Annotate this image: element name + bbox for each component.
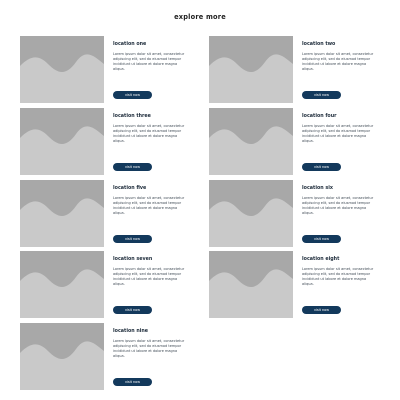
visit-now-button[interactable]: visit now	[302, 235, 341, 243]
image-placeholder-icon	[20, 36, 104, 103]
image-placeholder-icon	[20, 251, 104, 318]
location-title: location nine	[113, 329, 149, 334]
location-title: location eight	[302, 257, 340, 262]
image-placeholder-icon	[20, 323, 104, 390]
location-image	[20, 36, 104, 103]
location-image	[209, 251, 293, 318]
visit-now-button[interactable]: visit now	[113, 235, 152, 243]
location-title: location one	[113, 42, 147, 47]
location-card: location nine Lorem ipsum dolor sit amet…	[20, 323, 190, 390]
location-card: location six Lorem ipsum dolor sit amet,…	[209, 180, 379, 247]
location-image	[20, 251, 104, 318]
location-card: location eight Lorem ipsum dolor sit ame…	[209, 251, 379, 318]
image-placeholder-icon	[20, 180, 104, 247]
image-placeholder-icon	[209, 180, 293, 247]
visit-now-button[interactable]: visit now	[113, 306, 152, 314]
locations-grid: location one Lorem ipsum dolor sit amet,…	[0, 0, 400, 400]
visit-now-button[interactable]: visit now	[302, 306, 341, 314]
location-title: location four	[302, 114, 337, 119]
location-card: location seven Lorem ipsum dolor sit ame…	[20, 251, 190, 318]
image-placeholder-icon	[20, 108, 104, 175]
location-description: Lorem ipsum dolor sit amet, consectetur …	[113, 267, 185, 287]
visit-now-button[interactable]: visit now	[113, 378, 152, 386]
location-description: Lorem ipsum dolor sit amet, consectetur …	[302, 124, 374, 144]
location-description: Lorem ipsum dolor sit amet, consectetur …	[113, 196, 185, 216]
location-image	[20, 180, 104, 247]
location-description: Lorem ipsum dolor sit amet, consectetur …	[302, 196, 374, 216]
location-image	[20, 108, 104, 175]
location-card: location three Lorem ipsum dolor sit ame…	[20, 108, 190, 175]
image-placeholder-icon	[209, 36, 293, 103]
location-description: Lorem ipsum dolor sit amet, consectetur …	[113, 339, 185, 359]
visit-now-button[interactable]: visit now	[302, 91, 341, 99]
location-title: location six	[302, 186, 333, 191]
location-description: Lorem ipsum dolor sit amet, consectetur …	[302, 267, 374, 287]
location-image	[209, 108, 293, 175]
location-card: location four Lorem ipsum dolor sit amet…	[209, 108, 379, 175]
location-title: location five	[113, 186, 147, 191]
location-title: location seven	[113, 257, 153, 262]
location-image	[209, 180, 293, 247]
location-card: location five Lorem ipsum dolor sit amet…	[20, 180, 190, 247]
location-title: location three	[113, 114, 151, 119]
visit-now-button[interactable]: visit now	[113, 91, 152, 99]
image-placeholder-icon	[209, 251, 293, 318]
location-description: Lorem ipsum dolor sit amet, consectetur …	[113, 124, 185, 144]
location-card: location two Lorem ipsum dolor sit amet,…	[209, 36, 379, 103]
location-card: location one Lorem ipsum dolor sit amet,…	[20, 36, 190, 103]
location-description: Lorem ipsum dolor sit amet, consectetur …	[302, 52, 374, 72]
location-description: Lorem ipsum dolor sit amet, consectetur …	[113, 52, 185, 72]
image-placeholder-icon	[209, 108, 293, 175]
location-image	[20, 323, 104, 390]
visit-now-button[interactable]: visit now	[113, 163, 152, 171]
location-title: location two	[302, 42, 336, 47]
visit-now-button[interactable]: visit now	[302, 163, 341, 171]
location-image	[209, 36, 293, 103]
